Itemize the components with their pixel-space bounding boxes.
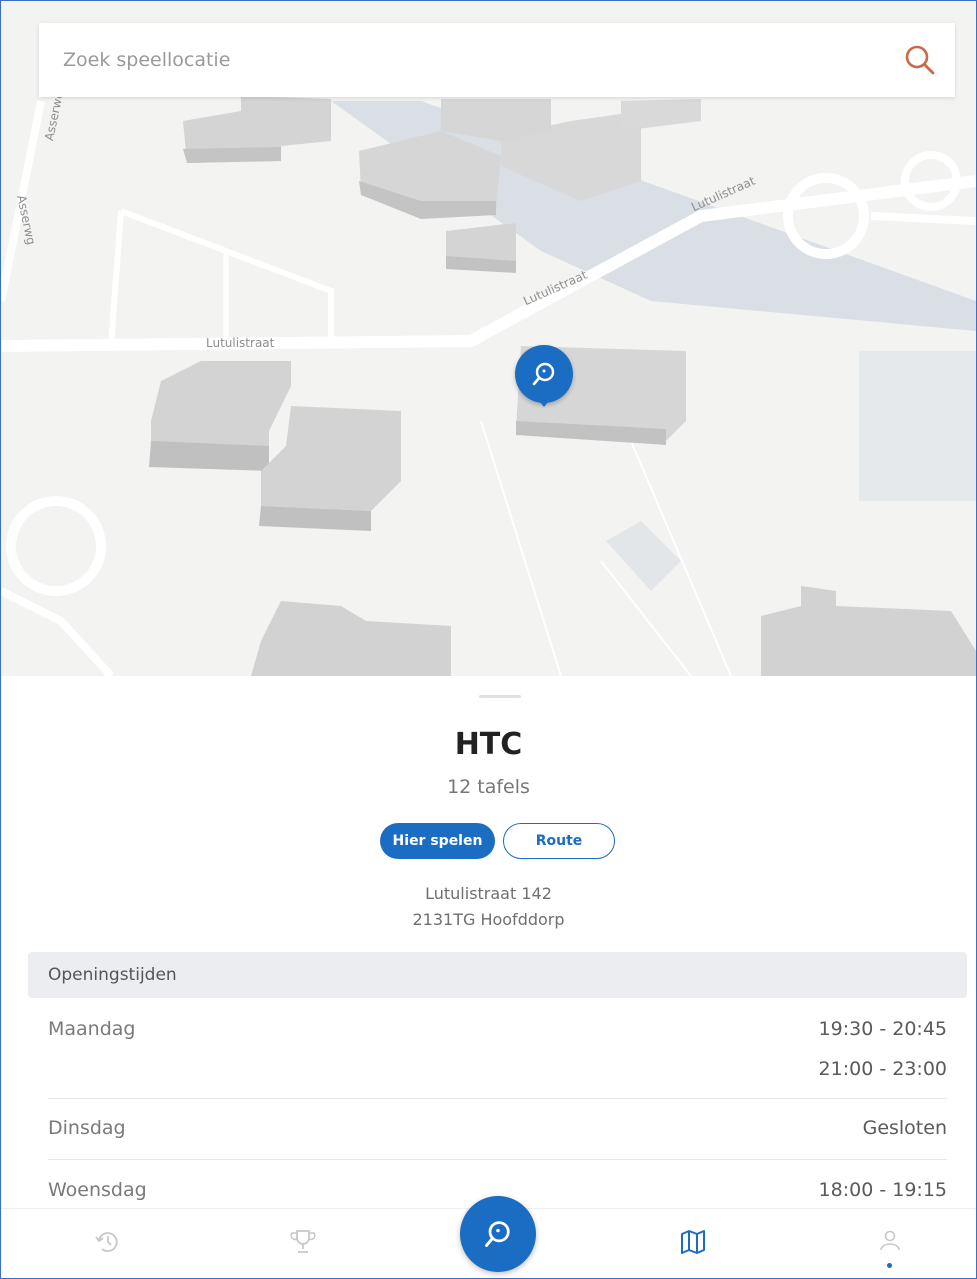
divider — [48, 1159, 947, 1160]
active-indicator-dot — [887, 1263, 892, 1268]
hours-time: 21:00 - 23:00 — [818, 1058, 947, 1080]
street-label: Lutulistraat — [206, 336, 275, 350]
nav-profile[interactable] — [875, 1227, 905, 1257]
map-icon — [681, 1230, 705, 1254]
nav-map[interactable] — [678, 1227, 708, 1257]
hours-time: 18:00 - 19:15 — [818, 1179, 947, 1201]
app-frame: Lutulistraat Lutulistraat Lutulistraat A… — [0, 0, 977, 1279]
hours-day: Maandag — [48, 1018, 136, 1040]
search-bar — [39, 23, 955, 97]
hours-time: 19:30 - 20:45 — [818, 1018, 947, 1040]
nav-trophy[interactable] — [288, 1227, 318, 1257]
address-city: 2131TG Hoofddorp — [412, 910, 565, 929]
route-button[interactable]: Route — [503, 823, 615, 859]
trophy-icon — [290, 1230, 316, 1253]
profile-icon — [880, 1230, 900, 1251]
location-pin[interactable] — [515, 345, 573, 407]
play-fab-button[interactable] — [460, 1196, 536, 1272]
sheet-drag-handle[interactable] — [479, 695, 521, 698]
history-icon — [95, 1232, 118, 1252]
play-icon — [485, 1221, 510, 1247]
search-input[interactable] — [39, 39, 885, 81]
hours-day: Dinsdag — [48, 1117, 126, 1139]
search-button[interactable] — [903, 43, 937, 77]
map-view[interactable]: Lutulistraat Lutulistraat Lutulistraat A… — [1, 1, 976, 676]
paddle-icon — [532, 362, 555, 386]
venue-title: HTC — [454, 727, 523, 762]
venue-table-count: 12 tafels — [447, 776, 530, 798]
address-street: Lutulistraat 142 — [425, 884, 552, 903]
opening-hours-title: Openingstijden — [48, 965, 177, 985]
opening-hours-header: Openingstijden — [28, 952, 967, 998]
play-here-button[interactable]: Hier spelen — [380, 823, 495, 859]
divider — [48, 1098, 947, 1099]
hours-day: Woensdag — [48, 1179, 147, 1201]
hours-time: Gesloten — [862, 1117, 947, 1139]
search-icon — [905, 45, 935, 75]
map-canvas — [1, 96, 976, 676]
nav-history[interactable] — [93, 1227, 123, 1257]
